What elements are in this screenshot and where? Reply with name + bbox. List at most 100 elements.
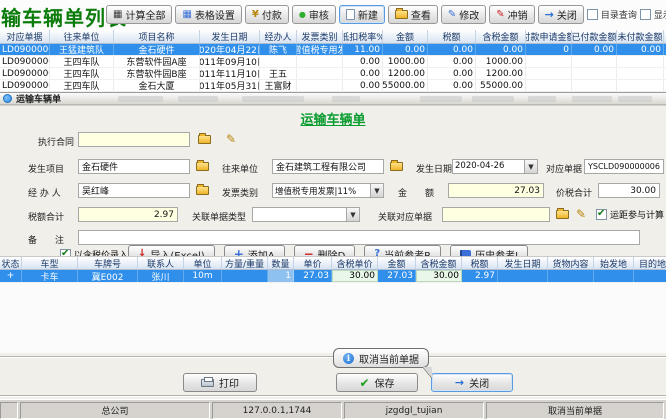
button-label: 修改 [459, 7, 479, 22]
column-header[interactable]: 单位 [184, 257, 222, 269]
column-header[interactable]: 发票类别 [297, 30, 343, 43]
column-header[interactable]: 含税金额 [476, 30, 526, 43]
handler-input[interactable] [78, 183, 190, 198]
audit-button[interactable]: ●审核 [292, 5, 336, 24]
table-cell [572, 68, 617, 79]
column-header[interactable]: 含税单价 [332, 257, 378, 269]
exit-arrow-icon: → [545, 9, 554, 20]
column-header[interactable]: 方量/重量 [222, 257, 268, 269]
table-cell: 30.00 [332, 270, 378, 282]
project-label: 发生项目 [28, 162, 64, 175]
folder-select-icon[interactable] [196, 186, 209, 195]
checkbox-box-icon [587, 9, 598, 20]
table-cell: 30.00 [416, 270, 462, 282]
table-cell: 王富财 [260, 80, 297, 91]
column-header[interactable]: 税额 [428, 30, 476, 43]
date-picker[interactable]: 2020-04-26 ▼ [452, 159, 538, 174]
orders-table: 对应单据往来单位项目名称发生日期经办人发票类别抵扣税率%金额税额含税金额付款申请… [0, 30, 666, 92]
table-cell: 0.00 [428, 80, 476, 91]
invoice-type-value: 增值税专用发票|11% [273, 184, 370, 197]
table-settings-button[interactable]: ▦表格设置 [175, 5, 241, 24]
column-header[interactable]: 始发地 [594, 257, 634, 269]
folder-select-icon[interactable] [196, 162, 209, 171]
column-header[interactable]: 发生日期 [498, 257, 548, 269]
table-cell: 55000.00 [383, 80, 428, 91]
column-header[interactable]: 往来单位 [50, 30, 114, 43]
column-header[interactable]: 抵扣税率% [343, 30, 383, 43]
column-header[interactable]: 已付款金额 [572, 30, 617, 43]
folder-select-icon[interactable] [390, 162, 403, 171]
table-row[interactable]: LD090000002王四车队东营软件园A座2011年09月10日0.00100… [0, 56, 666, 68]
calendar-dropdown-icon[interactable]: ▼ [524, 160, 537, 173]
column-header[interactable]: 付款申请金额 [526, 30, 572, 43]
form-title: 运输车辆单 [0, 109, 666, 128]
column-header[interactable]: 车型 [22, 257, 78, 269]
column-header[interactable]: 对应单据 [0, 30, 50, 43]
column-header[interactable]: 车牌号 [78, 257, 138, 269]
new-button[interactable]: 新建 [339, 5, 385, 24]
close-button[interactable]: →关闭 [538, 5, 584, 24]
folder-select-icon[interactable] [198, 135, 211, 144]
column-header[interactable]: 发生日期 [200, 30, 260, 43]
catalog-query-checkbox[interactable]: 目录查询 [587, 8, 637, 21]
column-header[interactable]: 状态 [0, 257, 22, 269]
doc-no-label: 对应单据 [546, 162, 582, 175]
table-cell: 王五 [260, 68, 297, 79]
print-button[interactable]: 打印 [183, 373, 257, 392]
amount-with-tax-input[interactable] [598, 183, 660, 198]
table-cell: 1000.00 [476, 56, 526, 67]
pen-edit-icon[interactable]: ✎ [576, 207, 586, 221]
column-header[interactable]: 税额 [462, 257, 498, 269]
column-header[interactable]: 含税金额 [416, 257, 462, 269]
pen-edit-icon[interactable]: ✎ [226, 132, 236, 146]
reverse-button[interactable]: ✎冲销 [489, 5, 534, 24]
related-doc-input[interactable] [442, 207, 550, 222]
collapse-bar[interactable]: 运输车辆单 [0, 92, 666, 105]
table-cell: 增值税专用发 [297, 44, 343, 55]
doc-no-input[interactable] [584, 159, 664, 174]
table-row[interactable]: LD090000004王猛建筑队金石硬件2020年04月22日陈飞增值税专用发1… [0, 44, 666, 56]
column-header[interactable]: 未付款金额 [617, 30, 664, 43]
column-header[interactable]: 联系人 [138, 257, 184, 269]
column-header[interactable]: 经办人 [260, 30, 297, 43]
view-button[interactable]: 查看 [388, 5, 438, 24]
chevron-down-icon[interactable]: ▼ [346, 208, 359, 221]
column-header[interactable]: 数量 [268, 257, 294, 269]
form-row-handler: 经 办 人 发票类别 增值税专用发票|11% ▼ 金 额 价税合计 [0, 183, 666, 199]
checkbox-label: 目录查询 [601, 8, 637, 21]
audit-dot-icon: ● [299, 11, 306, 19]
expander-icon [3, 94, 12, 103]
table-row[interactable]: +卡车冀E002张川10m127.0330.0027.0330.002.97 [0, 270, 666, 283]
pay-button[interactable]: ¥付款 [245, 5, 289, 24]
modify-button[interactable]: ✎修改 [441, 5, 486, 24]
related-doc-type-select[interactable]: ▼ [252, 207, 360, 222]
table-cell: 王猛建筑队 [50, 44, 114, 55]
table-row[interactable]: LD090000001王四车队金石大厦2011年05月31日王富财0.00550… [0, 80, 666, 92]
column-header[interactable]: 目的地 [634, 257, 666, 269]
project-input[interactable] [78, 159, 190, 174]
chevron-down-icon[interactable]: ▼ [370, 184, 383, 197]
contract-input[interactable] [78, 132, 190, 147]
table-cell: 金石硬件 [114, 44, 200, 55]
folder-select-icon[interactable] [556, 210, 569, 219]
column-header[interactable]: 金额 [383, 30, 428, 43]
distance-calc-checkbox[interactable]: 运距参与计算 [596, 208, 664, 221]
column-header[interactable]: 金额 [378, 257, 416, 269]
close-form-button[interactable]: →关闭 [431, 373, 513, 392]
counterparty-input[interactable] [272, 159, 384, 174]
display-checkbox[interactable]: 显示 [640, 8, 666, 21]
tax-total-input[interactable] [78, 207, 178, 222]
date-value: 2020-04-26 [453, 160, 524, 173]
invoice-type-select[interactable]: 增值税专用发票|11% ▼ [272, 183, 384, 198]
save-button[interactable]: ✔保存 [336, 373, 418, 392]
remark-input[interactable] [78, 230, 640, 245]
column-header[interactable]: 项目名称 [114, 30, 200, 43]
calc-all-button[interactable]: ▦计算全部 [106, 5, 172, 24]
table-row[interactable]: LD090000003王四车队东营软件园B座2011年11月10日王五0.001… [0, 68, 666, 80]
column-header[interactable]: 单价 [294, 257, 332, 269]
button-label: 关闭 [557, 7, 577, 22]
column-header[interactable]: 货物内容 [548, 257, 594, 269]
table-cell [526, 68, 572, 79]
status-bar: 总公司 127.0.0.1,1744 jzgdgl_tujian 取消当前单据 [0, 399, 666, 419]
amount-input[interactable] [448, 183, 544, 198]
